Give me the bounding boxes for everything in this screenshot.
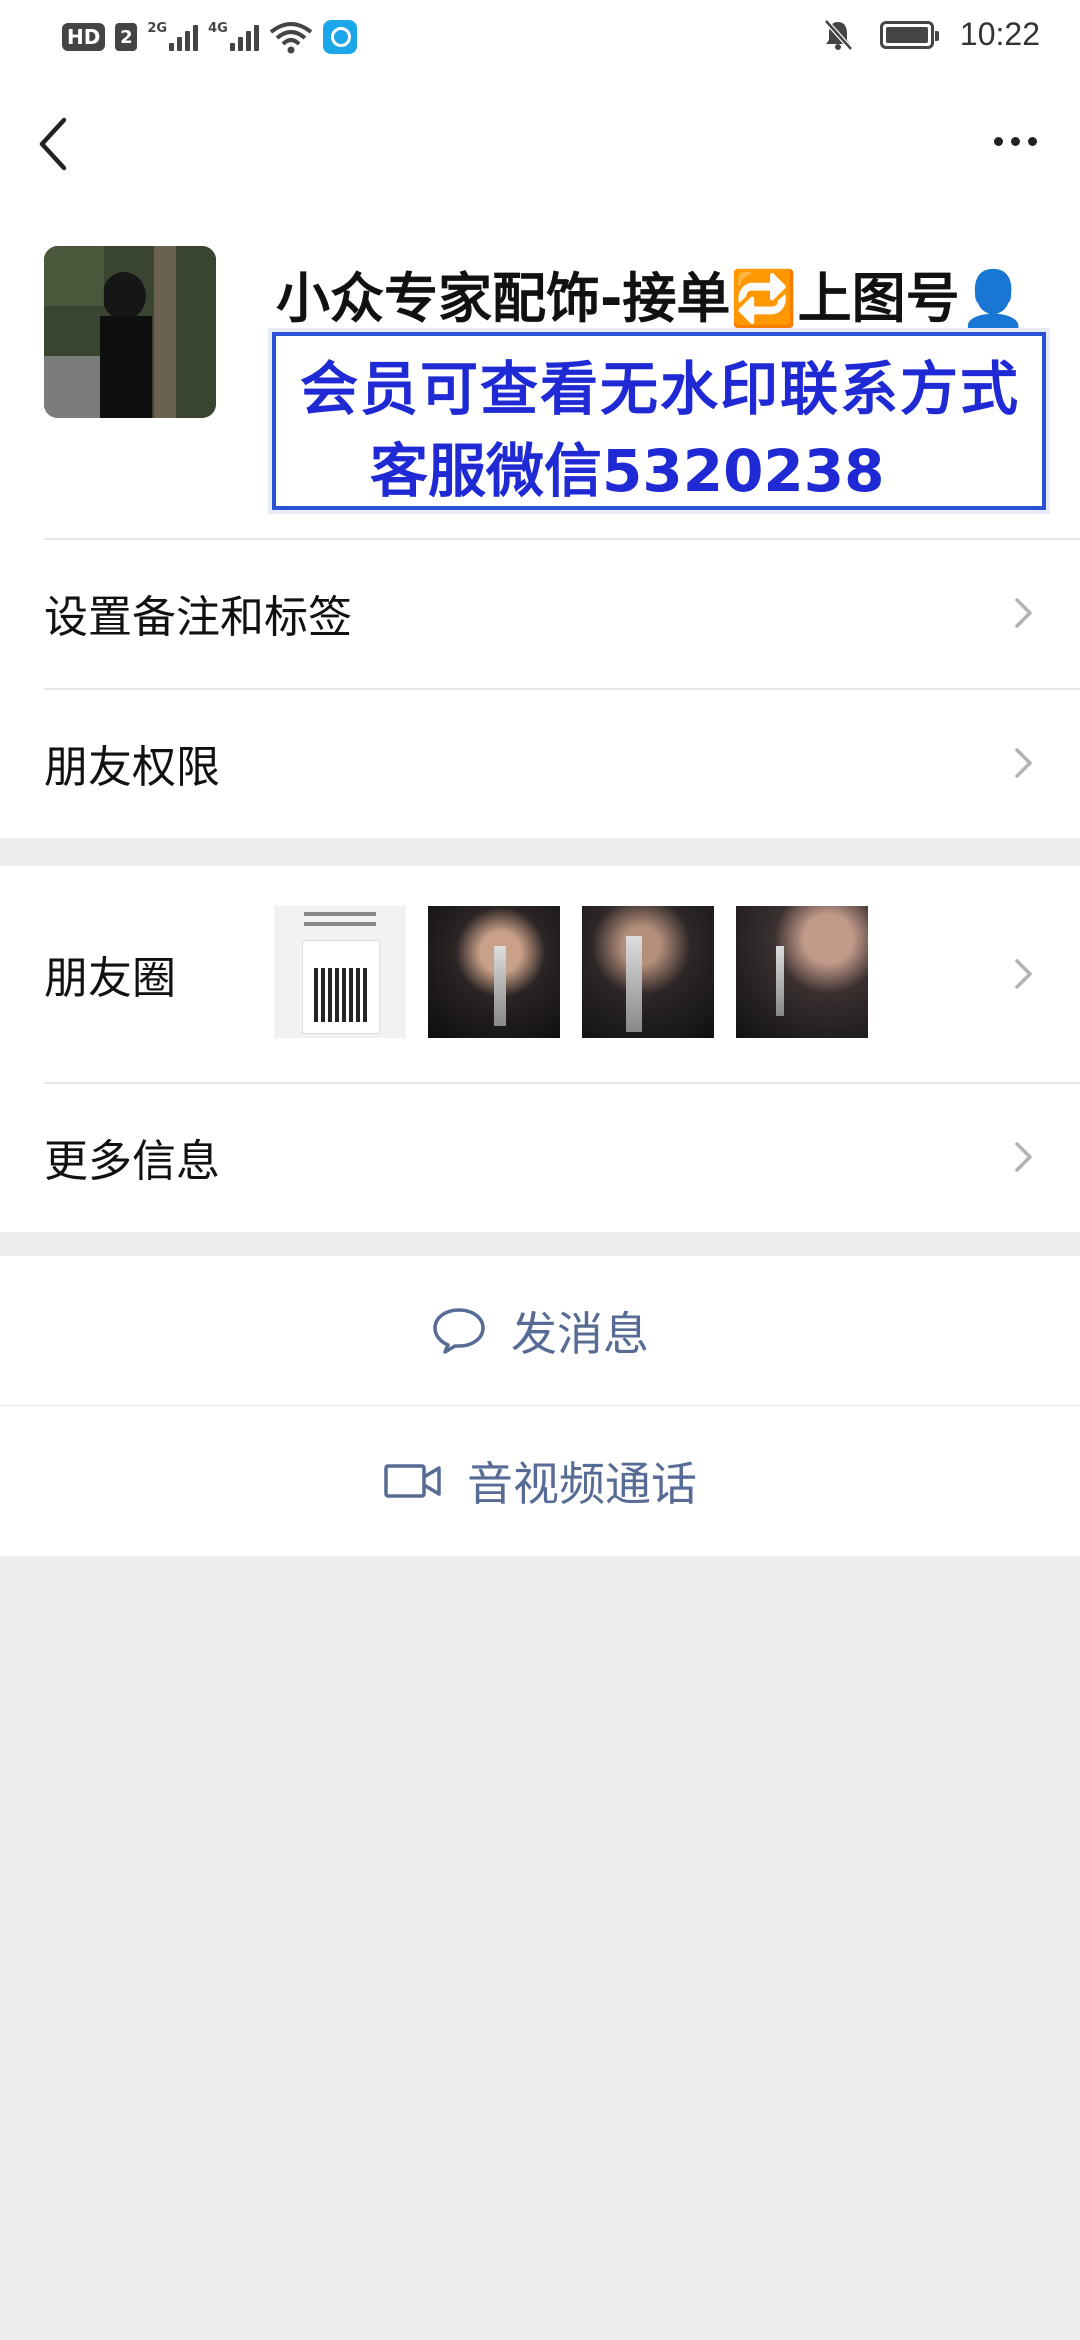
more-options-button[interactable]: [980, 106, 1050, 176]
watermark-banner: 会员可查看无水印联系方式 客服微信5320238: [272, 332, 1046, 510]
moments-row[interactable]: 朋友圈: [0, 866, 1080, 1082]
dot-icon: [993, 136, 1003, 146]
moments-thumbnails: [274, 906, 868, 1038]
video-call-button[interactable]: 音视频通话: [0, 1406, 1080, 1556]
status-left: HD 2 2G 4G: [62, 20, 357, 54]
watermark-line-2: 客服微信5320238: [370, 437, 885, 505]
mute-bell-icon: [824, 18, 853, 51]
remark-tags-row[interactable]: 设置备注和标签: [0, 538, 1080, 688]
video-camera-icon: [384, 1464, 441, 1498]
signal-bars-icon: [169, 23, 199, 51]
signal-2: 4G: [208, 21, 259, 51]
settings-group: 设置备注和标签 朋友权限: [0, 538, 1080, 838]
friend-permissions-label: 朋友权限: [44, 742, 220, 793]
more-info-row[interactable]: 更多信息: [0, 1082, 1080, 1232]
chevron-right-icon: [1015, 959, 1032, 989]
send-message-label: 发消息: [511, 1307, 649, 1361]
network-type-4g: 4G: [208, 21, 228, 36]
chat-bubble-icon: [433, 1308, 485, 1354]
moments-group: 朋友圈 更多信息: [0, 866, 1080, 1232]
dot-icon: [1027, 136, 1037, 146]
contact-name: 小众专家配饰-接单🔁上图号👤: [276, 267, 1027, 330]
watermark-line-1: 会员可查看无水印联系方式: [300, 355, 1021, 423]
status-bar: HD 2 2G 4G 10:22: [0, 0, 1080, 76]
avatar[interactable]: [44, 246, 216, 418]
profile-header: 小众专家配饰-接单🔁上图号👤 会员可查看无水印联系方式 客服微信5320238: [0, 206, 1080, 538]
signal-1: 2G: [147, 21, 199, 51]
send-message-button[interactable]: 发消息: [0, 1256, 1080, 1406]
more-info-label: 更多信息: [44, 1136, 220, 1187]
hd-badge: HD: [62, 23, 106, 51]
back-button[interactable]: [28, 106, 88, 176]
moments-thumbnail: [582, 906, 714, 1038]
friend-permissions-row[interactable]: 朋友权限: [0, 688, 1080, 838]
signal-bars-icon: [229, 23, 259, 51]
wifi-icon: [269, 22, 313, 54]
moments-label: 朋友圈: [44, 953, 176, 1004]
moments-thumbnail-qr: [274, 906, 406, 1038]
chevron-right-icon: [1015, 1142, 1032, 1172]
moments-thumbnail: [736, 906, 868, 1038]
moments-thumbnail: [428, 906, 560, 1038]
chevron-right-icon: [1015, 748, 1032, 778]
chevron-right-icon: [1015, 598, 1032, 628]
nav-bar: [0, 76, 1080, 206]
search-app-icon: [322, 20, 357, 54]
battery-icon: [879, 20, 939, 49]
sim-badge: 2: [115, 23, 138, 51]
remark-tags-label: 设置备注和标签: [44, 592, 352, 643]
video-call-label: 音视频通话: [467, 1457, 697, 1511]
chevron-left-icon: [39, 117, 67, 171]
status-time: 10:22: [959, 16, 1040, 52]
avatar-image: [44, 246, 216, 418]
dot-icon: [1010, 136, 1020, 146]
network-type-2g: 2G: [147, 21, 168, 36]
status-right: 10:22: [822, 16, 1040, 53]
